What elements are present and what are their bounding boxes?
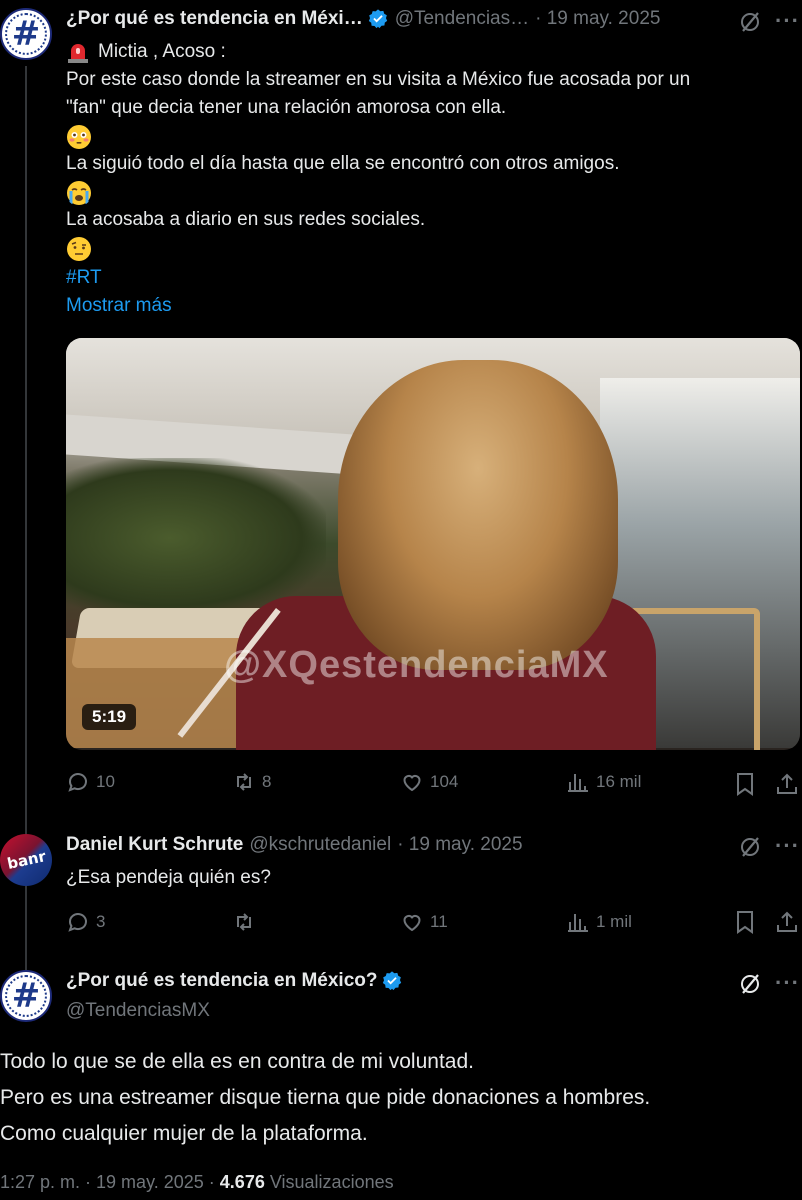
more-icon[interactable]: ··· (775, 833, 800, 859)
retweet-icon (237, 773, 251, 791)
raised-eyebrow-emoji (67, 237, 91, 261)
like-icon (403, 914, 421, 932)
reply1-header: Daniel Kurt Schrute @kschrutedaniel · 19… (66, 834, 523, 856)
more-icon[interactable]: ··· (775, 8, 800, 34)
reply-button[interactable]: 10 (66, 770, 115, 794)
tweet1-line-2: Por este caso donde la streamer en su vi… (66, 69, 691, 90)
views-label: Visualizaciones (269, 1172, 394, 1192)
tweet2-handle-row: @TendenciasMX (66, 1000, 210, 1022)
hashtag-link[interactable]: #RT (66, 264, 102, 292)
tweet2-meta: 1:27 p. m. · 19 may. 2025 · 4.676 Visual… (0, 1172, 394, 1193)
views-total: 4.676 (219, 1172, 265, 1192)
like-count: 11 (430, 912, 448, 931)
like-icon (403, 774, 421, 792)
reply-icon (68, 913, 87, 932)
views-icon (568, 914, 588, 932)
bookmark-icon[interactable] (734, 910, 756, 934)
reply1-text: ¿Esa pendeja quién es? (66, 867, 271, 888)
views-icon (568, 774, 588, 792)
tweet-date[interactable]: · 19 may. 2025 (397, 834, 522, 856)
reply-icon (68, 773, 87, 792)
share-icon[interactable] (776, 910, 798, 934)
tweet2-header: ¿Por qué es tendencia en México? (66, 970, 409, 992)
views-button[interactable]: 16 mil (566, 770, 641, 794)
siren-emoji (68, 44, 88, 63)
views-count: 16 mil (596, 772, 642, 791)
avatar-logo-text: banr (5, 847, 47, 873)
author-handle[interactable]: @kschrutedaniel (249, 834, 391, 856)
bookmark-icon[interactable] (734, 772, 756, 796)
share-icon[interactable] (776, 772, 798, 796)
verified-badge-icon (368, 9, 387, 29)
tweet1-line-5: La acosaba a diario en sus redes sociale… (66, 209, 426, 230)
tendencias-avatar[interactable]: # (0, 8, 52, 60)
crying-emoji (67, 181, 91, 205)
tendencias-avatar[interactable]: # (0, 970, 52, 1022)
video-duration: 5:19 (82, 704, 137, 730)
reply-count: 3 (96, 912, 106, 931)
author-handle[interactable]: @TendenciasMX (66, 1000, 210, 1022)
author-name[interactable]: ¿Por qué es tendencia en Méxi… (66, 8, 363, 30)
retweet-button[interactable] (232, 910, 262, 934)
tweet-date[interactable]: · 19 may. 2025 (535, 8, 660, 30)
tweet-timestamp[interactable]: 1:27 p. m. · 19 may. 2025 · (0, 1172, 215, 1192)
tweet1-actions: 10 8 104 16 mil (66, 770, 800, 800)
tweet1-line-3: "fan" que decia tener una relación amoro… (66, 97, 507, 118)
like-count: 104 (430, 772, 459, 791)
reply1-actions: 3 11 1 mil (66, 910, 800, 940)
tweet2-line-2: Pero es una estreamer disque tierna que … (0, 1086, 651, 1109)
reply-button[interactable]: 3 (66, 910, 105, 934)
author-name[interactable]: ¿Por qué es tendencia en México? (66, 970, 377, 992)
grok-icon[interactable] (738, 10, 762, 34)
tweet-video[interactable]: @XQestendenciaMX 5:19 (66, 338, 800, 750)
more-icon[interactable]: ··· (775, 970, 800, 996)
author-name[interactable]: Daniel Kurt Schrute (66, 834, 243, 856)
video-watermark: @XQestendenciaMX (224, 644, 609, 686)
tweet1-line-4: La siguió todo el día hasta que ella se … (66, 153, 620, 174)
retweet-icon (237, 913, 251, 931)
views-button[interactable]: 1 mil (566, 910, 632, 934)
verified-badge-icon (383, 971, 402, 991)
tweet1-line-1: Mictia , Acoso : (98, 41, 226, 62)
retweet-button[interactable]: 8 (232, 770, 271, 794)
retweet-count: 8 (262, 772, 272, 791)
grok-icon[interactable] (738, 972, 762, 996)
tweet1-header: ¿Por qué es tendencia en Méxi… @Tendenci… (66, 8, 660, 30)
like-button[interactable]: 104 (400, 770, 458, 794)
grok-icon[interactable] (738, 835, 762, 859)
tweet2-line-3: Como cualquier mujer de la plataforma. (0, 1122, 368, 1145)
tweet2-line-1: Todo lo que se de ella es en contra de m… (0, 1050, 474, 1073)
flushed-emoji (67, 125, 91, 149)
show-more-link[interactable]: Mostrar más (66, 292, 172, 320)
reply-count: 10 (96, 772, 115, 791)
views-count: 1 mil (596, 912, 632, 931)
daniel-avatar[interactable]: banr (0, 834, 52, 886)
like-button[interactable]: 11 (400, 910, 448, 934)
author-handle[interactable]: @Tendencias… (395, 8, 529, 30)
